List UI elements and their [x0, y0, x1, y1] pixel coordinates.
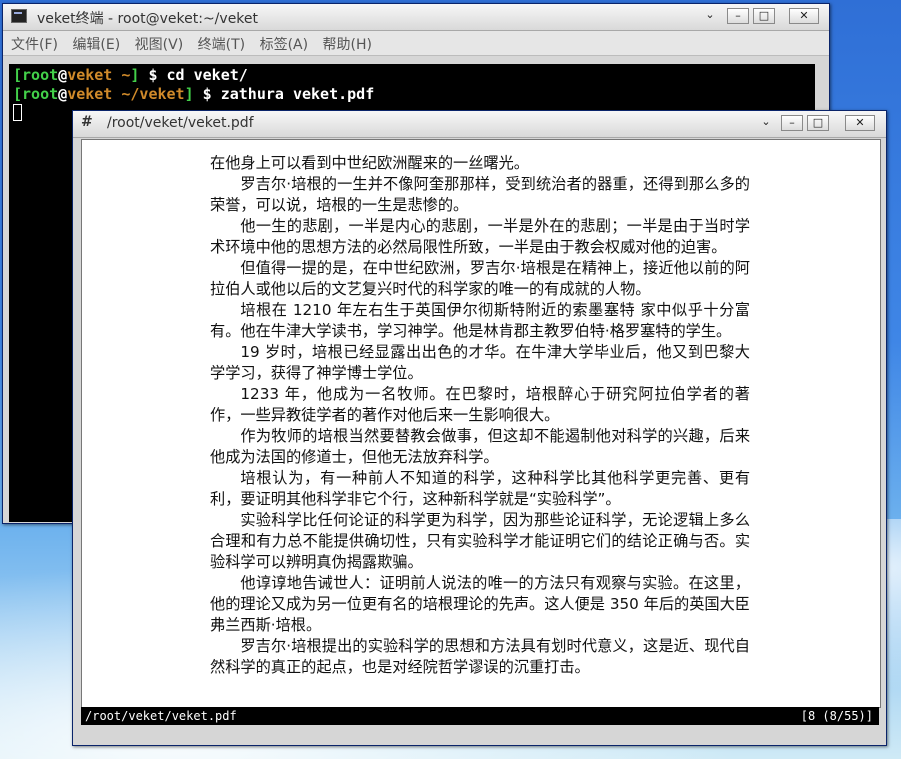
paragraph: 作为牧师的培根当然要替教会做事，但这却不能遏制他对科学的兴趣，后来他成为法国的修… — [210, 427, 750, 466]
terminal-cursor-line — [13, 103, 22, 121]
pdf-page-view[interactable]: 在他身上可以看到中世纪欧洲醒来的一丝曙光。 罗吉尔·培根的一生并不像阿奎那那样，… — [81, 139, 881, 708]
paragraph: 培根认为，有一种前人不知道的科学，这种科学比其他科学更完善、更有利，要证明其他科… — [210, 469, 750, 508]
paragraph: 在他身上可以看到中世纪欧洲醒来的一丝曙光。 — [210, 154, 529, 172]
maximize-button[interactable]: □ — [807, 115, 829, 131]
terminal-icon — [11, 9, 27, 23]
menu-edit[interactable]: 编辑(E) — [72, 34, 120, 54]
status-page-indicator: [8 (8/55)] — [800, 709, 873, 723]
close-button[interactable]: ✕ — [789, 8, 819, 24]
menu-file[interactable]: 文件(F) — [11, 34, 58, 54]
paragraph: 罗吉尔·培根提出的实验科学的思想和方法具有划时代意义，这是近、现代自然科学的真正… — [210, 637, 750, 676]
paragraph: 实验科学比任何论证的科学更为科学，因为那些论证科学，无论逻辑上多么合理和有力总不… — [210, 511, 750, 571]
text-cursor — [13, 104, 22, 121]
terminal-title: veket终端 - root@veket:~/veket — [37, 11, 259, 27]
paragraph: 他一生的悲剧，一半是内心的悲剧，一半是外在的悲剧；一半是由于当时学术环境中他的思… — [210, 217, 750, 256]
paragraph: 罗吉尔·培根的一生并不像阿奎那那样，受到统治者的器重，还得到那么多的荣誉，可以说… — [210, 175, 750, 214]
pdf-viewer-window[interactable]: # /root/veket/veket.pdf ⌄ – □ ✕ 在他身上可以看到… — [72, 110, 887, 746]
paragraph: 培根在 1210 年左右生于英国伊尔彻斯特附近的索墨塞特 家中似乎十分富有。他在… — [210, 301, 750, 340]
paragraph: 但值得一提的是，在中世纪欧洲，罗吉尔·培根是在精神上，接近他以前的阿拉伯人或他以… — [210, 259, 750, 298]
pdf-statusbar: /root/veket/veket.pdf [8 (8/55)] — [81, 707, 879, 725]
minimize-button[interactable]: – — [781, 115, 803, 131]
status-file-path: /root/veket/veket.pdf — [85, 709, 237, 723]
menu-help[interactable]: 帮助(H) — [323, 34, 372, 54]
minimize-button[interactable]: – — [727, 8, 749, 24]
menu-view[interactable]: 视图(V) — [135, 34, 184, 54]
paragraph: 19 岁时，培根已经显露出出色的才华。在牛津大学毕业后，他又到巴黎大学学习，获得… — [210, 343, 750, 382]
menu-terminal[interactable]: 终端(T) — [198, 34, 245, 54]
window-menu-button[interactable]: ⌄ — [755, 115, 777, 131]
pdf-viewer-title: /root/veket/veket.pdf — [107, 115, 254, 131]
menu-tabs[interactable]: 标签(A) — [260, 34, 309, 54]
terminal-line: [root@veket ~] $ cd veket/ — [13, 66, 248, 84]
pdf-viewer-titlebar[interactable]: # /root/veket/veket.pdf ⌄ – □ ✕ — [73, 111, 886, 138]
terminal-menubar: 文件(F) 编辑(E) 视图(V) 终端(T) 标签(A) 帮助(H) — [3, 31, 829, 56]
terminal-titlebar[interactable]: veket终端 - root@veket:~/veket ⌄ – □ ✕ — [3, 4, 829, 31]
paragraph: 1233 年，他成为一名牧师。在巴黎时，培根醉心于研究阿拉伯学者的著作，一些异教… — [210, 385, 750, 424]
terminal-line: [root@veket ~/veket] $ zathura veket.pdf — [13, 85, 375, 103]
paragraph: 他谆谆地告诫世人：证明前人说法的唯一的方法只有观察与实验。在这里，他的理论又成为… — [210, 574, 750, 634]
pdf-page-text: 在他身上可以看到中世纪欧洲醒来的一丝曙光。 罗吉尔·培根的一生并不像阿奎那那样，… — [210, 140, 750, 678]
close-button[interactable]: ✕ — [845, 115, 875, 131]
hash-icon: # — [81, 114, 93, 130]
window-menu-button[interactable]: ⌄ — [699, 8, 721, 24]
maximize-button[interactable]: □ — [753, 8, 775, 24]
